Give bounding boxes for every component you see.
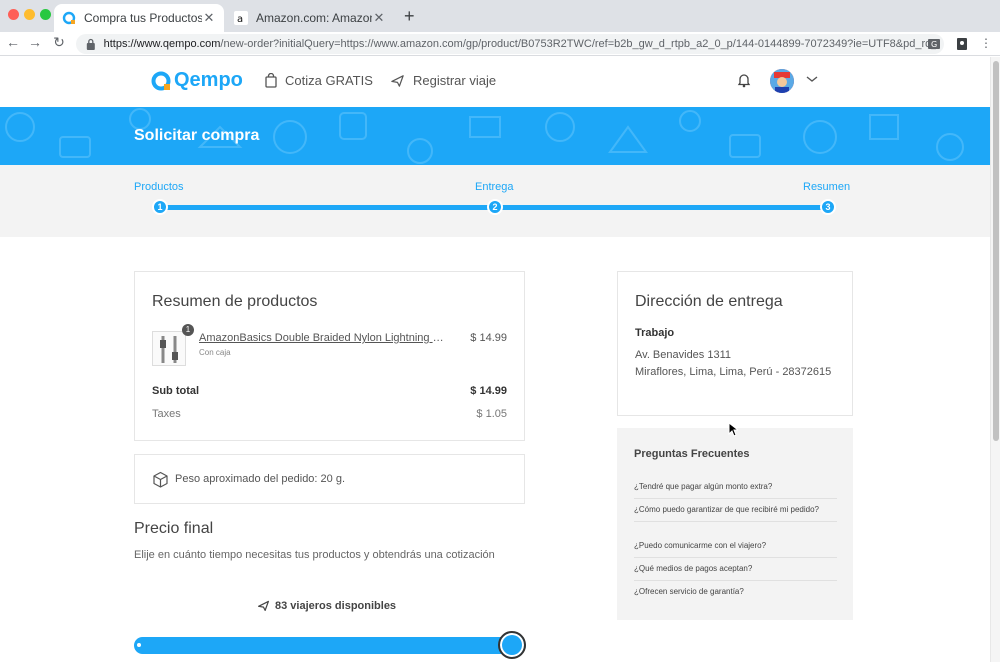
minimize-window-button[interactable]: [24, 9, 35, 20]
delivery-address-title: Dirección de entrega: [635, 293, 783, 310]
faq-panel: Preguntas Frecuentes ¿Tendré que pagar a…: [617, 428, 853, 620]
product-price: $ 14.99: [470, 332, 507, 344]
page-title: Solicitar compra: [134, 127, 260, 144]
chevron-down-icon[interactable]: [805, 74, 819, 84]
tab-amazon[interactable]: a Amazon.com: AmazonBasics Do ✕: [226, 4, 394, 32]
nav-cotiza-label: Cotiza GRATIS: [285, 73, 373, 88]
amazon-favicon-icon: a: [234, 11, 248, 25]
delivery-address-card: Dirección de entrega Trabajo Av. Benavid…: [617, 271, 853, 416]
logo-text: Qempo: [174, 69, 243, 91]
available-travelers: 83 viajeros disponibles: [257, 599, 396, 612]
cable-product-image-icon: [160, 336, 178, 363]
delivery-time-slider[interactable]: [134, 637, 526, 654]
url-path: /new-order?initialQuery=https://www.amaz…: [220, 38, 936, 50]
faq-item[interactable]: ¿Puedo comunicarme con el viajero?: [634, 540, 837, 558]
back-arrow-icon[interactable]: ←: [4, 34, 22, 50]
nav-viaje-label: Registrar viaje: [413, 73, 497, 88]
page-banner: Solicitar compra: [0, 107, 990, 165]
weight-card: Peso aproximado del pedido: 20 g.: [134, 454, 525, 504]
airplane-icon: [391, 75, 404, 87]
lock-icon: [86, 38, 95, 50]
taxes-label: Taxes: [152, 408, 181, 420]
step-dot-2[interactable]: 2: [487, 199, 503, 215]
maximize-window-button[interactable]: [40, 9, 51, 20]
address-line-1: Av. Benavides 1311: [635, 349, 732, 361]
step-label-entrega[interactable]: Entrega: [475, 181, 514, 193]
qempo-favicon-icon: [62, 11, 76, 25]
slider-handle[interactable]: [498, 631, 526, 659]
contacts-extension-icon[interactable]: [954, 36, 970, 52]
product-name-link[interactable]: AmazonBasics Double Braided Nylon Lightn…: [199, 332, 444, 344]
product-summary-title: Resumen de productos: [152, 293, 318, 310]
subtotal-label: Sub total: [152, 385, 200, 397]
product-thumbnail[interactable]: [152, 331, 186, 366]
qempo-logo[interactable]: Qempo: [150, 69, 243, 92]
step-label-resumen[interactable]: Resumen: [803, 181, 850, 193]
airplane-icon: [258, 600, 269, 611]
step-dot-3[interactable]: 3: [820, 199, 836, 215]
shopping-bag-icon: [265, 73, 277, 88]
nav-cotiza-gratis[interactable]: Cotiza GRATIS: [265, 73, 373, 88]
user-avatar-icon: [770, 69, 794, 93]
address-name: Trabajo: [635, 327, 675, 339]
faq-item[interactable]: ¿Qué medios de pagos aceptan?: [634, 563, 837, 581]
progress-stepper: Productos Entrega Resumen 1 2 3: [0, 165, 990, 237]
tab-close-icon[interactable]: ✕: [372, 10, 386, 26]
product-summary-card: Resumen de productos 1 AmazonBasics Doub…: [134, 271, 525, 441]
svg-text:G: G: [931, 40, 937, 49]
new-tab-button[interactable]: +: [404, 6, 415, 27]
product-quantity-badge: 1: [182, 324, 194, 336]
mouse-cursor-icon: [728, 422, 738, 437]
address-line-2: Miraflores, Lima, Lima, Perú - 28372615: [635, 366, 832, 378]
browser-tab-bar: Compra tus Productos por tod ✕ a Amazon.…: [0, 0, 1000, 32]
translate-icon[interactable]: G: [926, 36, 942, 52]
close-window-button[interactable]: [8, 9, 19, 20]
site-header: Qempo Cotiza GRATIS Registrar viaje: [0, 57, 990, 107]
step-dot-1[interactable]: 1: [152, 199, 168, 215]
step-label-productos[interactable]: Productos: [134, 181, 184, 193]
tab-title: Compra tus Productos por tod: [84, 11, 202, 25]
slider-start-marker: [137, 643, 141, 647]
notification-bell-icon[interactable]: [737, 72, 751, 88]
tab-title: Amazon.com: AmazonBasics Do: [256, 11, 372, 25]
faq-item[interactable]: ¿Tendré que pagar algún monto extra?: [634, 481, 837, 499]
menu-kebab-icon[interactable]: ⋮: [978, 36, 994, 52]
svg-text:a: a: [237, 14, 243, 25]
qempo-logo-icon: [151, 71, 171, 90]
scrollbar-thumb[interactable]: [993, 61, 999, 441]
subtotal-value: $ 14.99: [470, 385, 507, 397]
forward-arrow-icon[interactable]: →: [26, 34, 44, 50]
tab-close-icon[interactable]: ✕: [202, 10, 216, 26]
tab-qempo[interactable]: Compra tus Productos por tod ✕: [54, 4, 224, 32]
box-icon: [153, 471, 168, 488]
faq-item[interactable]: ¿Ofrecen servicio de garantía?: [634, 586, 837, 603]
product-variant: Con caja: [199, 348, 231, 357]
faq-title: Preguntas Frecuentes: [634, 448, 750, 460]
address-bar[interactable]: https://www.qempo.com/new-order?initialQ…: [76, 34, 944, 54]
faq-item[interactable]: ¿Cómo puedo garantizar de que recibiré m…: [634, 504, 837, 522]
nav-registrar-viaje[interactable]: Registrar viaje: [390, 73, 496, 88]
url-host: https://www.qempo.com: [103, 38, 221, 50]
page-scrollbar[interactable]: [990, 57, 1000, 662]
browser-toolbar: ← → ↻ https://www.qempo.com/new-order?in…: [0, 32, 1000, 56]
final-price-title: Precio final: [134, 520, 214, 537]
weight-text: Peso aproximado del pedido: 20 g.: [175, 473, 346, 485]
available-travelers-text: 83 viajeros disponibles: [275, 599, 397, 612]
avatar[interactable]: [770, 69, 794, 93]
taxes-value: $ 1.05: [476, 408, 507, 420]
reload-icon[interactable]: ↻: [50, 34, 68, 51]
final-price-description: Elije en cuánto tiempo necesitas tus pro…: [134, 549, 495, 561]
